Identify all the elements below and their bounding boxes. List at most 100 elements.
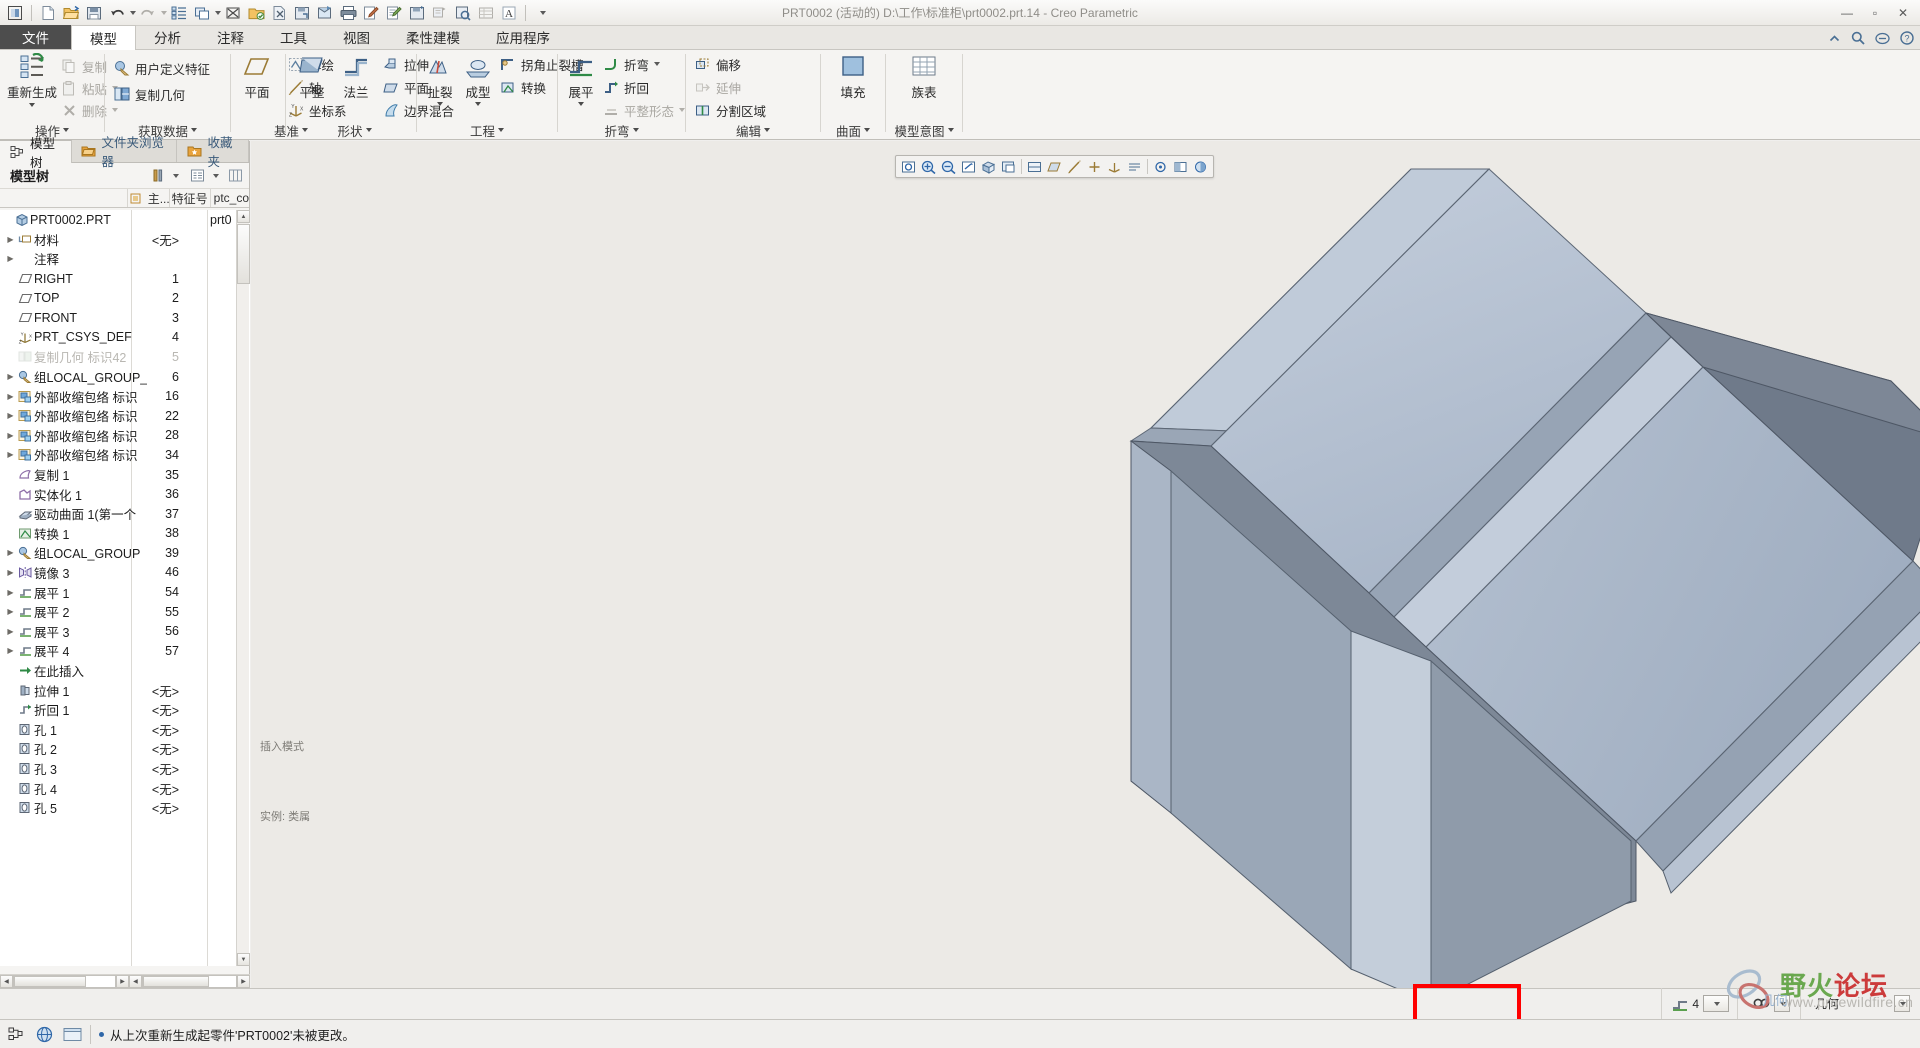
backup-icon[interactable] xyxy=(314,2,336,24)
scroll-thumb[interactable] xyxy=(237,224,250,284)
zoom-out-icon[interactable] xyxy=(939,157,958,176)
tree-row[interactable]: ▶ 外部收缩包络 标识 16 xyxy=(0,386,250,406)
expand-arrow-icon[interactable]: ▶ xyxy=(4,627,17,636)
tab-model[interactable]: 模型 xyxy=(71,25,136,50)
collapse-ribbon-icon[interactable] xyxy=(1828,32,1841,45)
copy-geometry-button[interactable]: 复制几何 xyxy=(113,83,185,105)
search-icon[interactable] xyxy=(1851,31,1865,45)
rip-button[interactable]: 扯裂 xyxy=(419,53,461,106)
datum-axis-display-icon[interactable] xyxy=(1065,157,1084,176)
tree-row[interactable]: 折回 1 <无> xyxy=(0,700,250,720)
tree-row[interactable]: 孔 5 <无> xyxy=(0,798,250,818)
spin-center-icon[interactable] xyxy=(1151,157,1170,176)
view-manager-icon[interactable] xyxy=(999,157,1018,176)
tab-flexible-modeling[interactable]: 柔性建模 xyxy=(388,25,478,49)
zoom-in-icon[interactable] xyxy=(919,157,938,176)
browser-toggle-icon[interactable] xyxy=(34,1024,54,1044)
app-menu-icon[interactable] xyxy=(4,2,26,24)
saved-orientations-icon[interactable] xyxy=(979,157,998,176)
bend-button[interactable]: 折弯 xyxy=(602,53,661,75)
tree-row[interactable]: 驱动曲面 1(第一个 37 xyxy=(0,504,250,524)
column-header-name[interactable] xyxy=(0,189,128,207)
save-a-copy-icon[interactable] xyxy=(291,2,313,24)
tree-row[interactable]: 孔 2 <无> xyxy=(0,739,250,759)
hscroll-right-button-2[interactable]: ▶ xyxy=(237,975,250,988)
tab-analysis[interactable]: 分析 xyxy=(136,25,199,49)
expand-arrow-icon[interactable]: ▶ xyxy=(4,607,17,616)
regenerate-dropdown-caret[interactable] xyxy=(29,103,35,107)
column-header-feature-no[interactable]: 特征号 xyxy=(170,189,211,207)
sheet-metal-model[interactable] xyxy=(251,141,1920,988)
tab-tools[interactable]: 工具 xyxy=(262,25,325,49)
unbend-button[interactable]: 展平 xyxy=(560,53,602,106)
tree-row[interactable]: Y X Z PRT_CSYS_DEF 4 xyxy=(0,328,250,348)
tree-row[interactable]: ▶ 展平 3 56 xyxy=(0,621,250,641)
tab-annotate[interactable]: 注释 xyxy=(199,25,262,49)
group-label-engineering[interactable]: 工程 xyxy=(417,120,557,140)
undo-dropdown-caret[interactable] xyxy=(130,10,136,15)
tree-row[interactable]: ▶ 展平 2 55 xyxy=(0,602,250,622)
datum-display-icon[interactable] xyxy=(1025,157,1044,176)
datum-point-display-icon[interactable] xyxy=(1085,157,1104,176)
tree-row[interactable]: FRONT 3 xyxy=(0,308,250,328)
erase-not-displayed-icon[interactable] xyxy=(268,2,290,24)
model-player-icon[interactable] xyxy=(429,2,451,24)
tab-applications[interactable]: 应用程序 xyxy=(478,25,568,49)
tree-row[interactable]: 孔 4 <无> xyxy=(0,778,250,798)
redo-icon[interactable] xyxy=(137,2,159,24)
expand-arrow-icon[interactable]: ▶ xyxy=(4,548,17,557)
tree-row[interactable]: PRT0002.PRT prt0 xyxy=(0,210,250,230)
tree-row[interactable]: ▶ 外部收缩包络 标识 28 xyxy=(0,426,250,446)
family-table-button[interactable]: 族表 xyxy=(894,53,954,101)
model-tree-body[interactable]: PRT0002.PRT prt0 ▶ 材料 <无> ▶ 注释 RIGHT 1 TOP 2 FRONT 3… xyxy=(0,210,250,966)
new-file-icon[interactable] xyxy=(37,2,59,24)
set-working-directory-icon[interactable] xyxy=(245,2,267,24)
tree-row[interactable]: ▶ 组LOCAL_GROUP 39 xyxy=(0,543,250,563)
undo-icon[interactable] xyxy=(106,2,128,24)
model-tree-vertical-scrollbar[interactable]: ▲ ▼ xyxy=(236,210,250,966)
display-style-icon[interactable] xyxy=(1171,157,1190,176)
window-toggle-icon[interactable] xyxy=(62,1024,82,1044)
group-label-model-intent[interactable]: 模型意图 xyxy=(886,120,962,140)
expand-arrow-icon[interactable]: ▶ xyxy=(4,254,17,263)
expand-arrow-icon[interactable]: ▶ xyxy=(4,392,17,401)
bend-dropdown-caret[interactable] xyxy=(654,62,661,66)
tree-settings-icon[interactable] xyxy=(188,166,207,185)
group-label-bend[interactable]: 折弯 xyxy=(558,120,685,140)
tree-row[interactable]: 实体化 1 36 xyxy=(0,484,250,504)
tab-file[interactable]: 文件 xyxy=(0,25,71,49)
print-icon[interactable] xyxy=(337,2,359,24)
offset-button[interactable]: 偏移 xyxy=(694,53,741,75)
minimize-ribbon-icon[interactable] xyxy=(1875,32,1890,45)
tree-settings-dropdown-caret[interactable] xyxy=(213,173,219,178)
datum-plane-display-icon[interactable] xyxy=(1045,157,1064,176)
refit-icon[interactable] xyxy=(899,157,918,176)
bom-icon[interactable] xyxy=(475,2,497,24)
tree-row[interactable]: ▶ 展平 4 57 xyxy=(0,641,250,661)
repaint-icon[interactable] xyxy=(959,157,978,176)
graphics-window[interactable]: 插入模式 实例: 类属 xyxy=(251,141,1920,988)
group-label-surface[interactable]: 曲面 xyxy=(821,120,885,140)
hscroll-left-button[interactable]: ◀ xyxy=(0,975,13,988)
flange-wall-button[interactable]: 法兰 xyxy=(330,53,382,101)
regenerate-button[interactable]: 重新生成 xyxy=(2,53,62,107)
tree-row[interactable]: 孔 3 <无> xyxy=(0,759,250,779)
expand-arrow-icon[interactable]: ▶ xyxy=(4,372,17,381)
regenerate-icon[interactable] xyxy=(168,2,190,24)
model-tree-toggle-icon[interactable] xyxy=(6,1024,26,1044)
save-icon[interactable] xyxy=(83,2,105,24)
tree-row[interactable]: 拉伸 1 <无> xyxy=(0,680,250,700)
tree-row[interactable]: ▶ 注释 xyxy=(0,249,250,269)
maximize-button[interactable]: ▫ xyxy=(1868,6,1882,20)
hscroll-track-1[interactable] xyxy=(12,975,117,988)
tree-columns-icon[interactable] xyxy=(226,166,245,185)
tree-filter-dropdown-caret[interactable] xyxy=(173,173,179,178)
udf-button[interactable]: 用户定义特征 xyxy=(113,57,210,79)
expand-arrow-icon[interactable]: ▶ xyxy=(4,568,17,577)
fill-button[interactable]: 填充 xyxy=(823,53,883,101)
tree-row[interactable]: ▶ 镜像 3 46 xyxy=(0,563,250,583)
tree-filter-icon[interactable] xyxy=(148,166,167,185)
window-icon[interactable] xyxy=(191,2,213,24)
help-icon[interactable]: ? xyxy=(1900,31,1914,45)
save-as-icon[interactable] xyxy=(406,2,428,24)
